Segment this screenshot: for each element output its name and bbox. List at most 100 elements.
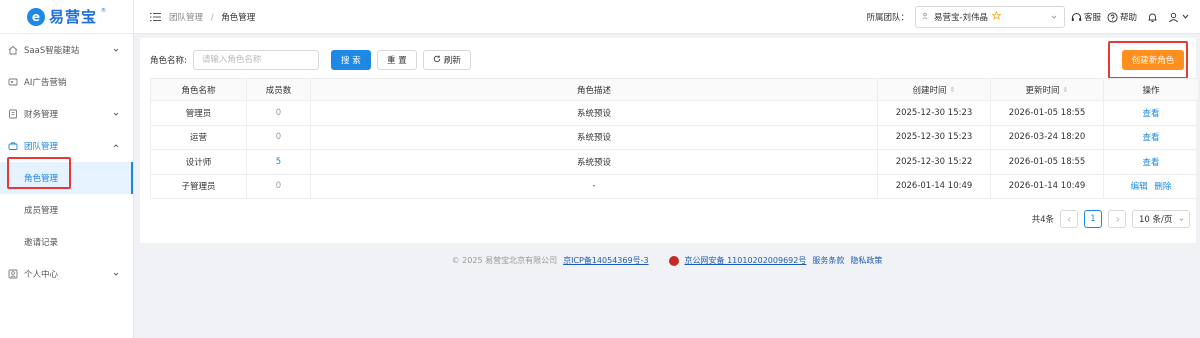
sidebar-item-label: 成员管理 bbox=[24, 206, 59, 216]
cell-created: 2025-12-30 15:22 bbox=[877, 149, 991, 175]
user-menu[interactable] bbox=[1168, 12, 1192, 23]
view-link[interactable]: 查看 bbox=[1142, 158, 1159, 168]
police-badge-icon bbox=[668, 255, 679, 266]
table-header-row: 角色名称 成员数 角色描述 创建时间 ⇕ 更新时间 ⇕ 操作 bbox=[150, 78, 1199, 101]
create-role-button[interactable]: 创建新角色 bbox=[1122, 50, 1184, 70]
sidebar-item-label: 角色管理 bbox=[24, 174, 59, 184]
cell-actions: 编辑 删除 bbox=[1103, 174, 1199, 199]
delete-link[interactable]: 删除 bbox=[1154, 182, 1171, 192]
sidebar-item-label: SaaS智能建站 bbox=[24, 46, 80, 56]
team-icon bbox=[8, 141, 18, 151]
breadcrumb: 团队管理 / 角色管理 bbox=[169, 11, 255, 23]
home-icon bbox=[8, 45, 18, 55]
police-record-link[interactable]: 京公网安备 11010202009692号 bbox=[685, 255, 807, 266]
customer-service-button[interactable]: 客服 bbox=[1071, 11, 1101, 23]
cell-updated: 2026-03-24 18:20 bbox=[990, 125, 1104, 150]
headset-icon bbox=[1071, 12, 1082, 23]
top-header: 团队管理 / 角色管理 所属团队： 易营宝-刘伟晶 客服 帮助 bbox=[134, 0, 1200, 34]
sidebar-item-label: 团队管理 bbox=[24, 142, 59, 152]
cell-role-name: 管理员 bbox=[150, 100, 247, 126]
sidebar-item-roles[interactable]: 角色管理 bbox=[0, 162, 133, 194]
cell-updated: 2026-01-05 18:55 bbox=[990, 149, 1104, 175]
table-row: 设计师 5 系统预设 2025-12-30 15:22 2026-01-05 1… bbox=[150, 149, 1199, 175]
chevron-down-icon bbox=[1050, 13, 1058, 21]
page-button-current[interactable]: 1 bbox=[1084, 210, 1102, 228]
chevron-up-icon bbox=[111, 141, 121, 151]
sidebar: e 易营宝 ® SaaS智能建站 AI广告营销 财务管理 团队管理 角色管理 成… bbox=[0, 0, 134, 338]
brand-logo[interactable]: e 易营宝 ® bbox=[0, 0, 133, 34]
sidebar-item-invites[interactable]: 邀请记录 bbox=[0, 226, 133, 258]
roles-table: 角色名称 成员数 角色描述 创建时间 ⇕ 更新时间 ⇕ 操作 管理员 0 系统预设 … bbox=[150, 78, 1199, 199]
page-size-value: 10 条/页 bbox=[1139, 215, 1173, 225]
cell-description: 系统预设 bbox=[310, 125, 878, 150]
prev-page-button[interactable] bbox=[1060, 210, 1078, 228]
view-link[interactable]: 查看 bbox=[1142, 133, 1159, 143]
cell-role-name: 子管理员 bbox=[150, 174, 247, 199]
logo-text: 易营宝 bbox=[48, 8, 97, 26]
edit-link[interactable]: 编辑 bbox=[1131, 182, 1148, 192]
next-page-button[interactable] bbox=[1108, 210, 1126, 228]
sort-icon[interactable]: ⇕ bbox=[950, 86, 956, 94]
user-icon bbox=[8, 269, 18, 279]
search-toolbar: 角色名称: 搜 索 重 置 刷新 bbox=[150, 50, 471, 70]
column-header: 角色描述 bbox=[310, 78, 878, 101]
logo-mark: e bbox=[26, 7, 45, 26]
sidebar-item-finance[interactable]: 财务管理 bbox=[0, 98, 133, 130]
terms-link[interactable]: 服务条款 bbox=[812, 255, 844, 266]
main-panel: 角色名称: 搜 索 重 置 刷新 创建新角色 角色名称 成员数 角色描述 创建时… bbox=[140, 38, 1199, 243]
sidebar-item-profile[interactable]: 个人中心 bbox=[0, 258, 133, 290]
table-row: 管理员 0 系统预设 2025-12-30 15:23 2026-01-05 1… bbox=[150, 100, 1199, 126]
refresh-icon bbox=[433, 55, 441, 66]
help-button[interactable]: 帮助 bbox=[1107, 11, 1137, 23]
total-count: 共4条 bbox=[1031, 215, 1054, 225]
chevron-down-icon bbox=[111, 109, 121, 119]
pagination: 共4条 1 10 条/页 bbox=[1032, 210, 1190, 228]
copyright-text: © 2025 易营宝北京有限公司 bbox=[451, 256, 558, 265]
sidebar-menu: SaaS智能建站 AI广告营销 财务管理 团队管理 角色管理 成员管理 邀请记录 bbox=[0, 34, 133, 290]
sort-icon[interactable]: ⇕ bbox=[1063, 86, 1069, 94]
cell-members: 0 bbox=[246, 174, 311, 199]
sidebar-item-team[interactable]: 团队管理 bbox=[0, 130, 133, 162]
menu-toggle-icon[interactable] bbox=[150, 12, 161, 22]
team-label: 所属团队： bbox=[866, 13, 909, 23]
sidebar-item-ai-ads[interactable]: AI广告营销 bbox=[0, 66, 133, 98]
page-footer: © 2025 易营宝北京有限公司 京ICP备14054369号-3 京公网安备 … bbox=[134, 255, 1200, 266]
sidebar-item-members[interactable]: 成员管理 bbox=[0, 194, 133, 226]
help-icon bbox=[1107, 11, 1118, 23]
table-row: 运营 0 系统预设 2025-12-30 15:23 2026-03-24 18… bbox=[150, 125, 1199, 150]
header-actions: 所属团队： 易营宝-刘伟晶 客服 帮助 bbox=[866, 0, 1192, 34]
search-button[interactable]: 搜 索 bbox=[330, 50, 371, 70]
sidebar-item-label: 个人中心 bbox=[24, 270, 59, 280]
chevron-down-icon bbox=[111, 269, 121, 279]
team-avatar-icon bbox=[922, 12, 930, 23]
view-link[interactable]: 查看 bbox=[1142, 109, 1159, 119]
cell-description: 系统预设 bbox=[310, 149, 878, 175]
team-select[interactable]: 易营宝-刘伟晶 bbox=[914, 6, 1065, 28]
chevron-down-icon bbox=[1181, 12, 1192, 23]
privacy-link[interactable]: 隐私政策 bbox=[850, 255, 882, 266]
logo-registered: ® bbox=[101, 8, 106, 14]
column-header: 角色名称 bbox=[150, 78, 247, 101]
reset-button[interactable]: 重 置 bbox=[376, 50, 417, 70]
column-header: 操作 bbox=[1103, 78, 1199, 101]
sidebar-item-label: AI广告营销 bbox=[24, 78, 67, 88]
sidebar-item-label: 财务管理 bbox=[24, 110, 59, 120]
cell-updated: 2026-01-05 18:55 bbox=[990, 100, 1104, 126]
sidebar-item-saas[interactable]: SaaS智能建站 bbox=[0, 34, 133, 66]
icp-link[interactable]: 京ICP备14054369号-3 bbox=[563, 255, 648, 266]
cell-members-link[interactable]: 5 bbox=[246, 149, 311, 175]
cell-created: 2025-12-30 15:23 bbox=[877, 125, 991, 150]
role-name-input[interactable] bbox=[192, 50, 319, 70]
breadcrumb-parent[interactable]: 团队管理 bbox=[169, 13, 203, 23]
cell-role-name: 运营 bbox=[150, 125, 247, 150]
cell-members: 0 bbox=[246, 100, 311, 126]
column-header-sortable[interactable]: 更新时间 ⇕ bbox=[990, 78, 1104, 101]
team-select-value: 易营宝-刘伟晶 bbox=[933, 13, 989, 23]
bell-icon[interactable] bbox=[1147, 12, 1158, 23]
cell-role-name: 设计师 bbox=[150, 149, 247, 175]
refresh-button[interactable]: 刷新 bbox=[422, 50, 471, 70]
role-name-label: 角色名称: bbox=[150, 56, 187, 66]
column-header-sortable[interactable]: 创建时间 ⇕ bbox=[877, 78, 991, 101]
chevron-down-icon bbox=[111, 45, 121, 55]
page-size-select[interactable]: 10 条/页 bbox=[1132, 210, 1190, 228]
